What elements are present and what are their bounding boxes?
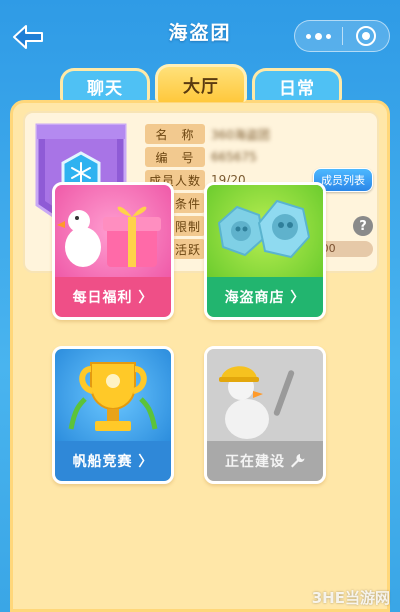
- guild-name-value: 360海盗团: [211, 127, 270, 142]
- close-button[interactable]: [343, 21, 390, 51]
- info-label: 名 称: [145, 124, 205, 144]
- more-dots-icon: [305, 32, 331, 40]
- under-construction-text: 正在建设: [225, 454, 285, 470]
- pirate-shop-card[interactable]: 海盗商店 〉: [204, 182, 326, 320]
- guild-id-value: 665675: [211, 150, 257, 164]
- sailing-race-label: 帆船竞赛 〉: [55, 441, 171, 481]
- site-watermark: 3HE当游网: [311, 589, 390, 607]
- gift-goose-icon: [55, 185, 171, 277]
- header: 海盗团: [0, 0, 400, 62]
- more-button[interactable]: [295, 21, 342, 51]
- daily-welfare-label: 每日福利 〉: [55, 277, 171, 317]
- under-construction-label: 正在建设: [207, 441, 323, 481]
- skull-gems-icon: [207, 185, 323, 277]
- info-row-name: 名 称 360海盗团: [145, 123, 373, 145]
- construction-goose-icon: [207, 349, 323, 441]
- wrench-icon: [291, 454, 305, 468]
- info-label: 编 号: [145, 147, 205, 167]
- info-row-id: 编 号 665675: [145, 146, 373, 168]
- daily-welfare-card[interactable]: 每日福利 〉: [52, 182, 174, 320]
- trophy-icon: [55, 349, 171, 441]
- tab-hall[interactable]: 大厅: [155, 64, 247, 102]
- sailing-race-card[interactable]: 帆船竞赛 〉: [52, 346, 174, 484]
- help-icon[interactable]: ?: [353, 216, 373, 236]
- app-screen: 海盗团 聊天 日常 名 称 360海盗团 编 号 665675 成员人数 19/…: [0, 0, 400, 612]
- tab-daily[interactable]: 日常: [252, 68, 342, 102]
- tab-chat[interactable]: 聊天: [60, 68, 150, 102]
- mini-program-capsule: [294, 20, 390, 52]
- under-construction-card[interactable]: 正在建设: [204, 346, 326, 484]
- pirate-shop-label: 海盗商店 〉: [207, 277, 323, 317]
- close-target-icon: [355, 26, 376, 46]
